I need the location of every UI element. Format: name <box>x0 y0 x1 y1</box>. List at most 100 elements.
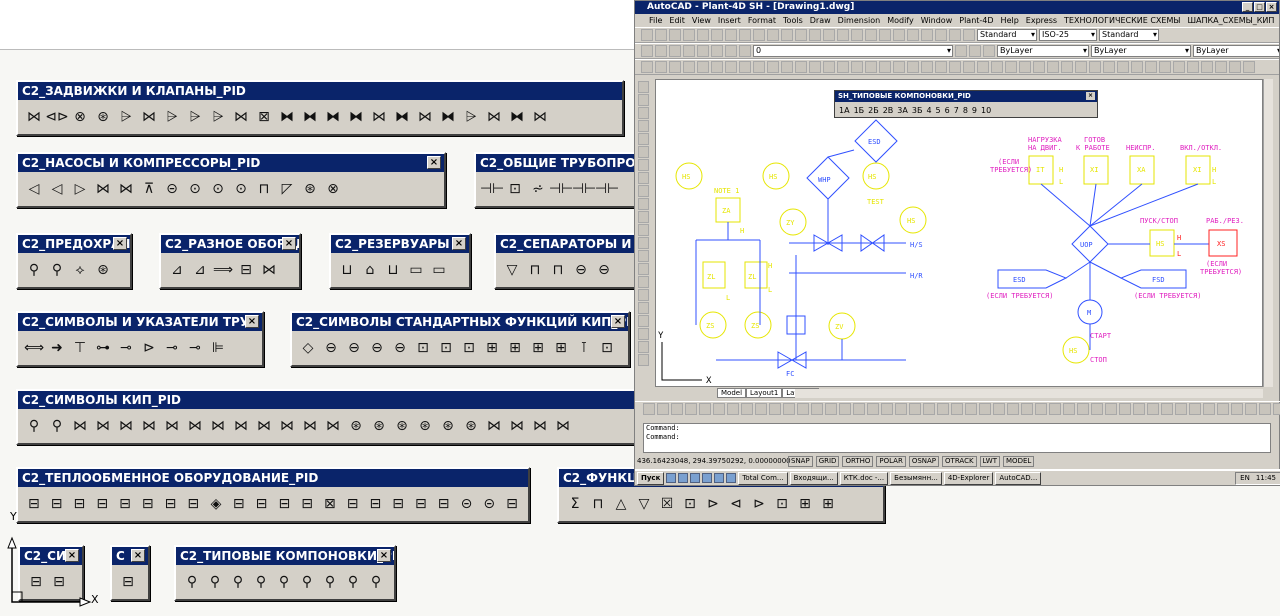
menu-item[interactable]: Help <box>1001 14 1019 27</box>
symbol-icon[interactable]: ⋈ <box>162 416 182 436</box>
typical-layouts-inner-toolbar[interactable]: SH_ТИПОВЫЕ КОМПОНОВКИ_PID × 1А 1Б 2Б 2В 3А 3Б 4… <box>834 90 1098 118</box>
symbol-icon[interactable]: ⊛ <box>369 416 389 436</box>
symbol-icon[interactable]: ⊟ <box>229 494 249 514</box>
tool-icon[interactable] <box>1229 61 1241 73</box>
taskbar-task[interactable]: Total Com... <box>738 471 788 485</box>
tool-icon[interactable] <box>781 61 793 73</box>
symbol-icon[interactable]: ⊟ <box>502 494 522 514</box>
symbol-icon[interactable]: ⧓ <box>300 107 320 127</box>
tool-icon[interactable] <box>1259 402 1271 415</box>
horizontal-scrollbar[interactable] <box>795 389 1263 398</box>
quicklaunch-icon[interactable] <box>666 473 677 483</box>
symbol-icon[interactable]: ⊳ <box>703 494 723 514</box>
symbol-icon[interactable]: ⋈ <box>259 260 279 280</box>
symbol-icon[interactable]: ⊡ <box>772 494 792 514</box>
symbol-icon[interactable]: ⚲ <box>366 572 386 592</box>
symbol-icon[interactable]: ⋈ <box>415 107 435 127</box>
language-indicator[interactable]: EN <box>1240 474 1250 482</box>
linetype-select[interactable]: ByLayer <box>1091 45 1191 57</box>
symbol-icon[interactable]: ⋈ <box>139 107 159 127</box>
symbol-icon[interactable]: ⊟ <box>297 494 317 514</box>
symbol-icon[interactable]: ⊿ <box>190 260 210 280</box>
symbol-icon[interactable]: ⊛ <box>461 416 481 436</box>
command-window[interactable]: Command: Command: <box>643 423 1271 453</box>
tool-icon[interactable] <box>683 45 695 57</box>
symbol-icon[interactable]: ⊡ <box>436 338 456 358</box>
status-toggle[interactable]: LWT <box>979 455 1001 467</box>
tool-icon[interactable] <box>638 250 649 262</box>
symbol-icon[interactable]: ◁ <box>47 179 67 199</box>
symbol-icon[interactable]: ⊿ <box>167 260 187 280</box>
tool-icon[interactable] <box>879 61 891 73</box>
symbol-icon[interactable]: ☒ <box>657 494 677 514</box>
tool-icon[interactable] <box>769 402 781 415</box>
tool-icon[interactable] <box>823 29 835 41</box>
symbol-icon[interactable]: ⧓ <box>277 107 297 127</box>
symbol-icon[interactable]: ⊣⊢ <box>572 179 596 199</box>
tool-icon[interactable] <box>1145 61 1157 73</box>
tool-icon[interactable] <box>739 45 751 57</box>
tool-icon[interactable] <box>638 302 649 314</box>
symbol-icon[interactable]: ⊔ <box>383 260 403 280</box>
tool-icon[interactable] <box>1089 61 1101 73</box>
symbol-icon[interactable]: ⊸ <box>116 338 136 358</box>
tool-icon[interactable] <box>823 61 835 73</box>
toolbar-small-2[interactable]: C × ⊟ <box>110 545 150 601</box>
symbol-icon[interactable]: ⌂ <box>360 260 380 280</box>
tool-icon[interactable] <box>983 45 995 57</box>
tool-icon[interactable] <box>638 224 649 236</box>
tool-icon[interactable] <box>1061 61 1073 73</box>
symbol-icon[interactable]: ⚲ <box>47 416 67 436</box>
tool-icon[interactable] <box>669 29 681 41</box>
symbol-icon[interactable]: ⊙ <box>231 179 251 199</box>
symbol-icon[interactable]: ⊟ <box>183 494 203 514</box>
close-icon[interactable]: × <box>245 315 259 328</box>
tool-icon[interactable] <box>853 402 865 415</box>
tool-icon[interactable] <box>638 263 649 275</box>
menu-item[interactable]: Insert <box>718 14 741 27</box>
symbol-icon[interactable]: ⋈ <box>553 416 573 436</box>
tool-icon[interactable] <box>1159 61 1171 73</box>
menu-item[interactable]: Format <box>748 14 776 27</box>
symbol-icon[interactable]: ⚲ <box>47 260 67 280</box>
toolbar-title[interactable]: C2_ТИПОВЫЕ КОМПОНОВКИ_PID × <box>176 547 394 565</box>
symbol-icon[interactable]: ⊟ <box>411 494 431 514</box>
symbol-icon[interactable]: ⧓ <box>323 107 343 127</box>
tool-icon[interactable] <box>1187 61 1199 73</box>
tool-icon[interactable] <box>851 61 863 73</box>
symbol-icon[interactable]: ⋈ <box>254 416 274 436</box>
layout-button[interactable]: 5 <box>936 104 941 117</box>
symbol-icon[interactable]: ▽ <box>634 494 654 514</box>
symbol-icon[interactable]: ⊛ <box>415 416 435 436</box>
symbol-icon[interactable]: ⊠ <box>320 494 340 514</box>
color-select[interactable]: ByLayer <box>997 45 1089 57</box>
tool-icon[interactable] <box>955 45 967 57</box>
symbol-icon[interactable]: ⋈ <box>300 416 320 436</box>
tool-icon[interactable] <box>1189 402 1201 415</box>
toolbar-title[interactable]: C × <box>112 547 148 565</box>
minimize-button[interactable]: _ <box>1242 2 1253 12</box>
tool-icon[interactable] <box>711 61 723 73</box>
menu-item[interactable]: Edit <box>669 14 685 27</box>
layout-button[interactable]: 3Б <box>912 104 923 117</box>
taskbar-task[interactable]: AutoCAD... <box>995 471 1042 485</box>
symbol-icon[interactable]: ⋈ <box>24 107 44 127</box>
layout-button[interactable]: 3А <box>897 104 908 117</box>
tool-icon[interactable] <box>1245 402 1257 415</box>
symbol-icon[interactable]: ⊝ <box>457 494 477 514</box>
symbol-icon[interactable]: ⩥ <box>116 107 136 127</box>
symbol-icon[interactable]: ⚲ <box>182 572 202 592</box>
symbol-icon[interactable]: ⊙ <box>185 179 205 199</box>
symbol-icon[interactable]: ⧓ <box>507 107 527 127</box>
symbol-icon[interactable]: ⊟ <box>138 494 158 514</box>
tool-icon[interactable] <box>1005 61 1017 73</box>
dim-style-select[interactable]: ISO-25 <box>1039 29 1097 41</box>
text-style-select[interactable]: Standard <box>977 29 1037 41</box>
close-icon[interactable]: × <box>282 237 296 250</box>
tool-icon[interactable] <box>1033 61 1045 73</box>
tool-icon[interactable] <box>1147 402 1159 415</box>
tool-icon[interactable] <box>641 45 653 57</box>
tool-icon[interactable] <box>1047 61 1059 73</box>
symbol-icon[interactable]: ⊖ <box>367 338 387 358</box>
taskbar-task[interactable]: 4D-Explorer <box>943 471 994 485</box>
